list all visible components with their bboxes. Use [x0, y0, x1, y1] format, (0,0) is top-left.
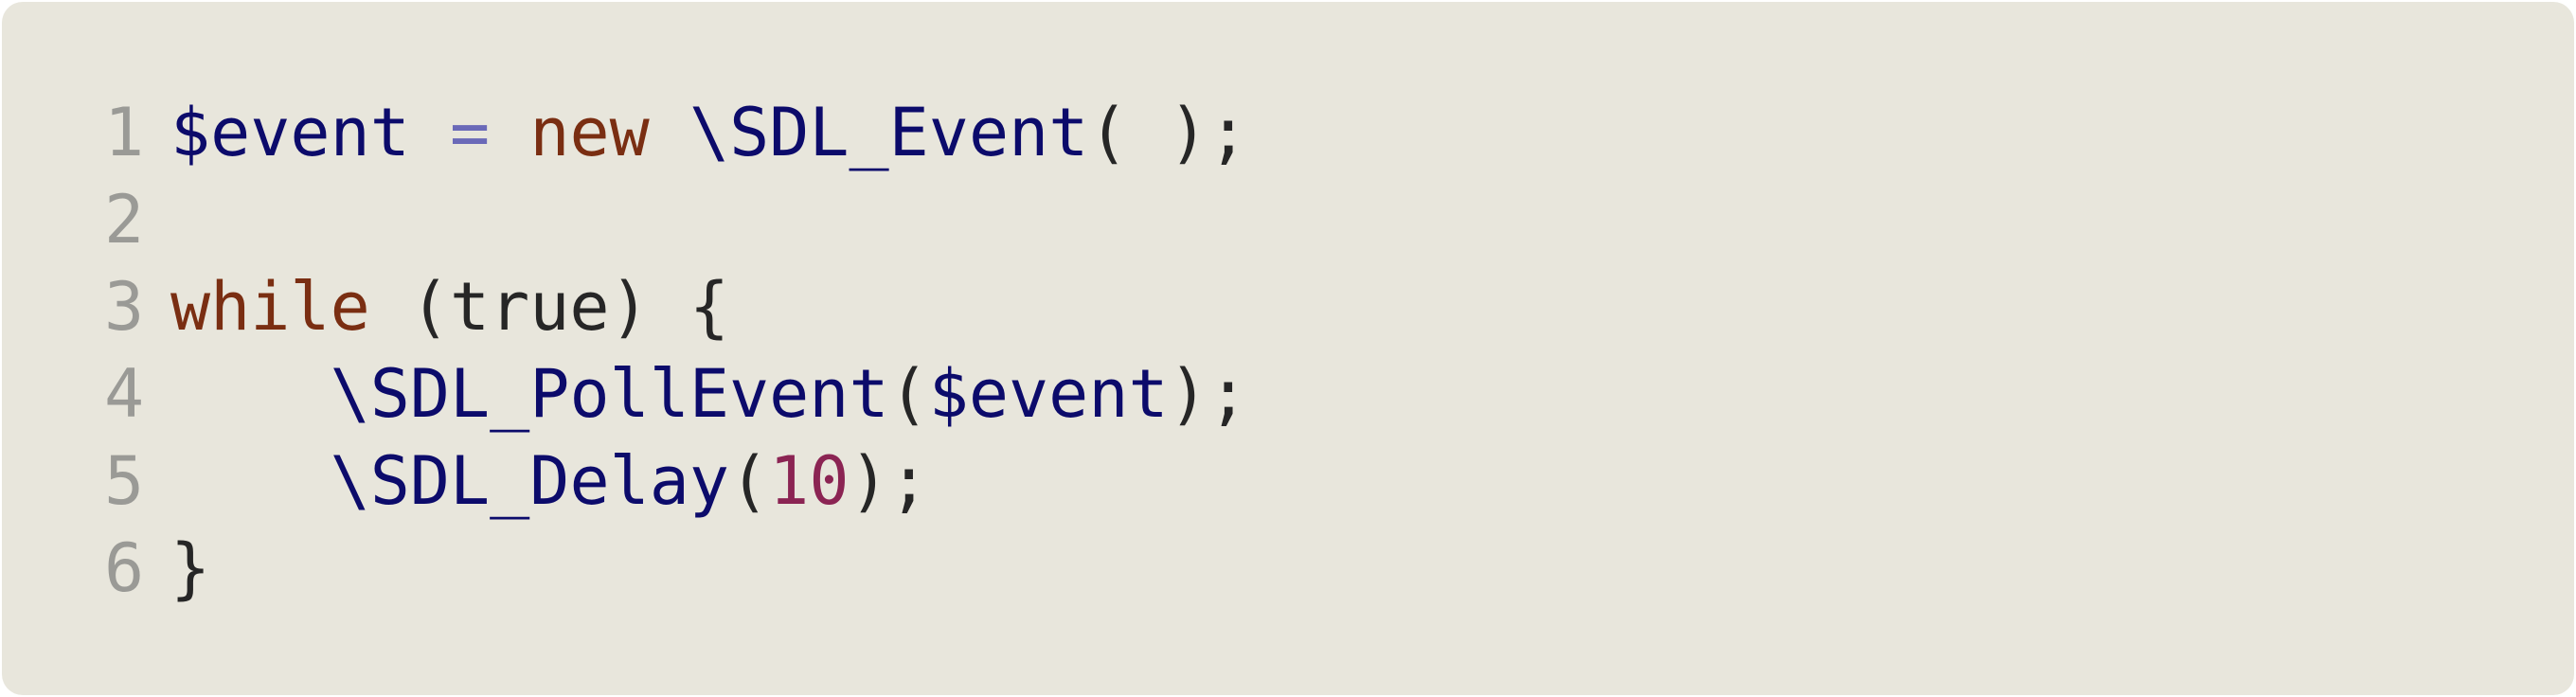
- code-token-plain: (true) {: [369, 268, 730, 346]
- line-number: 1: [104, 94, 145, 171]
- code-token-punc: (: [729, 442, 770, 520]
- line-number: 2: [104, 181, 145, 259]
- code-token-punc: }: [170, 529, 211, 607]
- line-number: 6: [104, 529, 145, 607]
- code-token-fn: \SDL_PollEvent: [330, 355, 889, 433]
- code-token-var: $event: [170, 94, 410, 171]
- code-line: 4 \SDL_PollEvent($event);: [104, 350, 1248, 438]
- code-token-op: =: [450, 94, 491, 171]
- code-token-var: $event: [928, 355, 1169, 433]
- line-number: 5: [104, 442, 145, 520]
- code-line: 5 \SDL_Delay(10);: [104, 438, 1248, 525]
- code-token-punc: );: [1168, 355, 1248, 433]
- line-number: 4: [104, 355, 145, 433]
- code-line: 3 while (true) {: [104, 263, 1248, 350]
- code-token-kw: while: [170, 268, 370, 346]
- code-lines: 1 $event = new \SDL_Event( ); 2 3 while (tru…: [104, 89, 1248, 612]
- code-line: 1 $event = new \SDL_Event( );: [104, 89, 1248, 176]
- code-block: 1 $event = new \SDL_Event( ); 2 3 while (tru…: [2, 2, 2574, 695]
- code-line: 6}: [104, 525, 1248, 612]
- code-token-num: 10: [769, 442, 850, 520]
- code-token-kw: new: [529, 94, 650, 171]
- line-number: 3: [104, 268, 145, 346]
- code-token-punc: ( );: [1088, 94, 1248, 171]
- code-token-fn: \SDL_Delay: [330, 442, 730, 520]
- code-token-punc: (: [888, 355, 929, 433]
- code-token-cls: \SDL_Event: [689, 94, 1089, 171]
- code-token-punc: );: [849, 442, 929, 520]
- code-line: 2: [104, 176, 1248, 263]
